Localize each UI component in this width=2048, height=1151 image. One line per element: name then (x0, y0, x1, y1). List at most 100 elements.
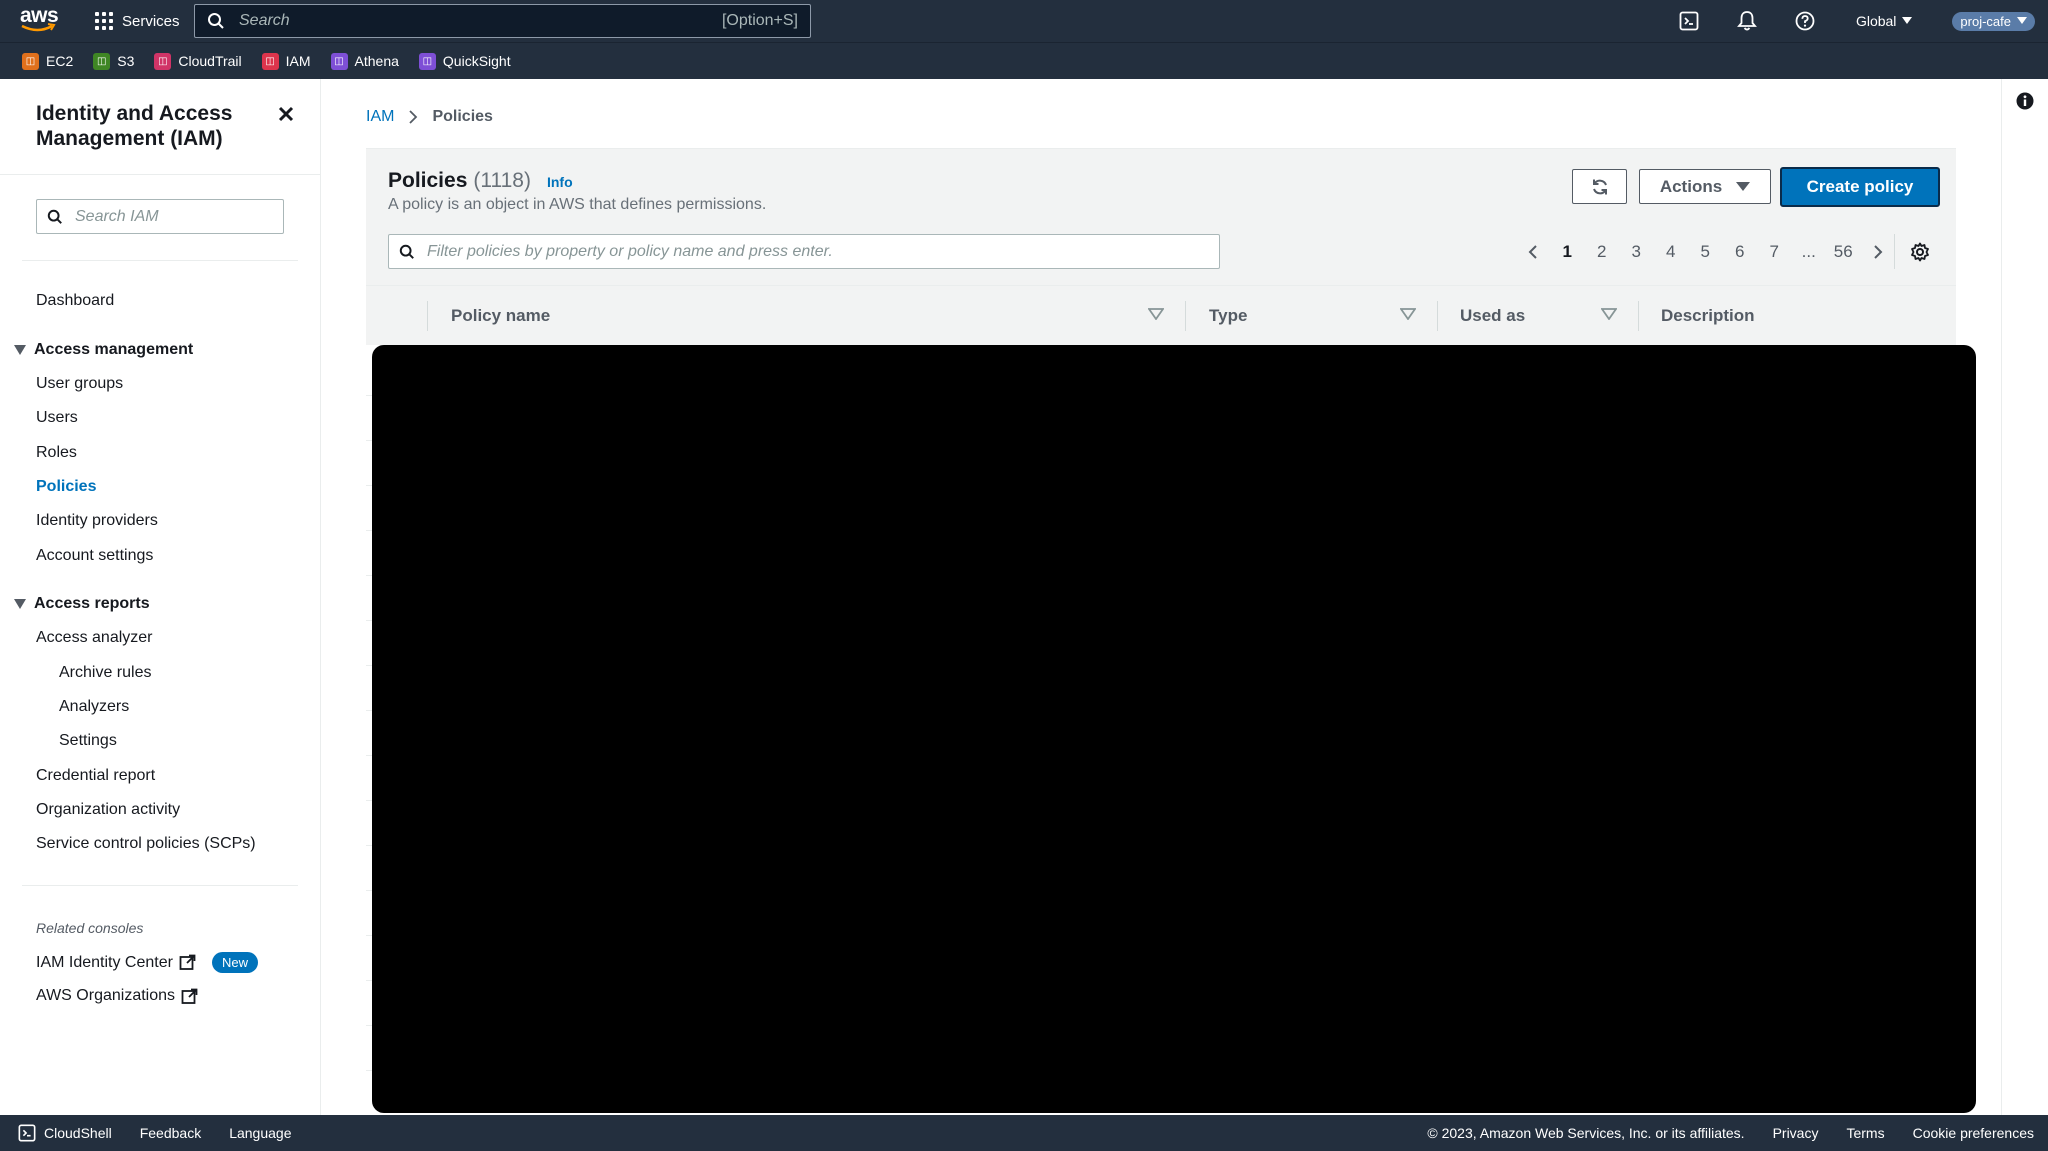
table-preferences-button[interactable] (1894, 234, 1944, 269)
feedback-link[interactable]: Feedback (140, 1125, 201, 1141)
page-description: A policy is an object in AWS that define… (388, 196, 767, 213)
grid-icon (94, 11, 114, 31)
search-iam-input[interactable]: Search IAM (36, 199, 284, 234)
iam-icon: ◫ (261, 52, 279, 70)
previous-page-button[interactable] (1516, 244, 1550, 260)
cookie-preferences-link[interactable]: Cookie preferences (1913, 1125, 2034, 1141)
cloudshell-icon (18, 1124, 36, 1142)
sidebar-item-identity-providers[interactable]: Identity providers (36, 512, 158, 530)
page-button-5[interactable]: 5 (1688, 242, 1723, 262)
favorite-cloudtrail[interactable]: ◫ CloudTrail (154, 52, 242, 70)
favorite-athena[interactable]: ◫ Athena (330, 52, 399, 70)
favorite-label: CloudTrail (178, 53, 242, 69)
search-iam-placeholder: Search IAM (75, 207, 159, 225)
cloudshell-footer-button[interactable]: CloudShell (18, 1124, 112, 1142)
link-label: IAM Identity Center (36, 953, 173, 971)
column-divider (1437, 301, 1438, 331)
actions-label: Actions (1659, 176, 1723, 196)
related-consoles-label: Related consoles (36, 920, 144, 936)
cloudshell-label: CloudShell (44, 1125, 112, 1141)
page-button-4[interactable]: 4 (1654, 242, 1689, 262)
sidebar-item-organization-activity[interactable]: Organization activity (36, 801, 180, 819)
section-access-management[interactable]: Access management (14, 341, 193, 359)
new-badge: New (211, 952, 258, 973)
external-link-icon (179, 954, 196, 970)
help-icon[interactable] (1794, 10, 1816, 32)
favorite-iam[interactable]: ◫ IAM (261, 52, 311, 70)
actions-dropdown-button[interactable]: Actions (1639, 169, 1771, 204)
sidebar-item-archive-rules[interactable]: Archive rules (59, 664, 151, 682)
sidebar-title: Identity and Access Management (IAM) (36, 102, 233, 150)
page-button-3[interactable]: 3 (1619, 242, 1654, 262)
breadcrumb-iam[interactable]: IAM (366, 108, 394, 126)
cloudshell-icon[interactable] (1678, 10, 1700, 32)
caret-down-icon (1902, 17, 1913, 24)
favorites-bar: ◫ EC2 ◫ S3 ◫ CloudTrail ◫ IAM ◫ Athena ◫… (0, 42, 2048, 79)
iam-identity-center-link[interactable]: IAM Identity Center New (36, 952, 258, 973)
column-divider (1638, 301, 1639, 331)
column-header-used-as[interactable]: Used as (1460, 286, 1525, 346)
column-header-description: Description (1661, 306, 1755, 325)
info-icon[interactable] (2015, 91, 2035, 111)
copyright-text: © 2023, Amazon Web Services, Inc. or its… (1427, 1125, 1745, 1141)
page-title: Policies (388, 169, 468, 192)
chevron-left-icon (1528, 244, 1537, 259)
favorite-quicksight[interactable]: ◫ QuickSight (418, 52, 511, 70)
search-icon (399, 244, 414, 259)
aws-organizations-link[interactable]: AWS Organizations (36, 987, 198, 1005)
info-link[interactable]: Info (547, 174, 573, 190)
language-link[interactable]: Language (229, 1125, 291, 1141)
global-search-input[interactable]: Search [Option+S] (194, 4, 811, 38)
page-button-6[interactable]: 6 (1723, 242, 1758, 262)
page-button-1[interactable]: 1 (1550, 242, 1585, 262)
s3-icon: ◫ (93, 52, 111, 70)
sidebar-item-scps[interactable]: Service control policies (SCPs) (36, 835, 256, 853)
ec2-icon: ◫ (22, 52, 39, 70)
create-policy-button[interactable]: Create policy (1780, 167, 1940, 207)
page-button-2[interactable]: 2 (1585, 242, 1620, 262)
filter-policies-input[interactable]: Filter policies by property or policy na… (388, 234, 1220, 269)
sidebar-item-access-analyzer[interactable]: Access analyzer (36, 629, 153, 647)
global-search-placeholder: Search (239, 12, 290, 29)
sidebar-item-roles[interactable]: Roles (36, 444, 77, 462)
page-ellipsis: ... (1801, 241, 1816, 261)
aws-logo[interactable]: aws (20, 5, 59, 35)
page-button-56[interactable]: 56 (1826, 242, 1861, 262)
sidebar-item-policies[interactable]: Policies (36, 478, 96, 496)
next-page-button[interactable] (1861, 244, 1895, 260)
region-selector[interactable]: Global (1856, 13, 1913, 29)
section-access-reports[interactable]: Access reports (14, 595, 150, 613)
divider (0, 174, 321, 175)
sidebar-item-account-settings[interactable]: Account settings (36, 547, 153, 565)
page-button-7[interactable]: 7 (1757, 242, 1792, 262)
filter-placeholder: Filter policies by property or policy na… (427, 242, 833, 260)
athena-icon: ◫ (330, 52, 348, 70)
sidebar-item-users[interactable]: Users (36, 409, 78, 427)
sidebar-item-credential-report[interactable]: Credential report (36, 767, 155, 785)
privacy-link[interactable]: Privacy (1773, 1125, 1819, 1141)
column-header-type[interactable]: Type (1209, 286, 1247, 346)
close-icon[interactable] (275, 103, 297, 125)
services-menu-button[interactable]: Services (94, 9, 180, 33)
sidebar-item-user-groups[interactable]: User groups (36, 375, 123, 393)
sort-icon[interactable] (1601, 308, 1617, 320)
table-header: Policy name Type Used as Description (366, 285, 1956, 345)
favorite-label: Athena (354, 53, 399, 69)
account-menu[interactable]: proj-cafe (1952, 11, 2035, 31)
breadcrumb-policies: Policies (432, 108, 493, 125)
sidebar-item-analyzers[interactable]: Analyzers (59, 698, 129, 716)
favorite-ec2[interactable]: ◫ EC2 (22, 52, 74, 70)
caret-down-icon (2017, 17, 2027, 24)
terms-link[interactable]: Terms (1846, 1125, 1884, 1141)
column-header-policy-name[interactable]: Policy name (451, 286, 550, 346)
sidebar-item-dashboard[interactable]: Dashboard (36, 292, 114, 310)
favorite-s3[interactable]: ◫ S3 (93, 52, 134, 70)
refresh-button[interactable] (1572, 169, 1627, 204)
sort-icon[interactable] (1148, 308, 1164, 320)
sidebar-item-analyzer-settings[interactable]: Settings (59, 732, 117, 750)
favorite-label: EC2 (46, 53, 74, 69)
notifications-bell-icon[interactable] (1736, 10, 1758, 32)
column-divider (427, 301, 428, 331)
sort-icon[interactable] (1400, 308, 1416, 320)
section-label: Access reports (34, 595, 150, 612)
